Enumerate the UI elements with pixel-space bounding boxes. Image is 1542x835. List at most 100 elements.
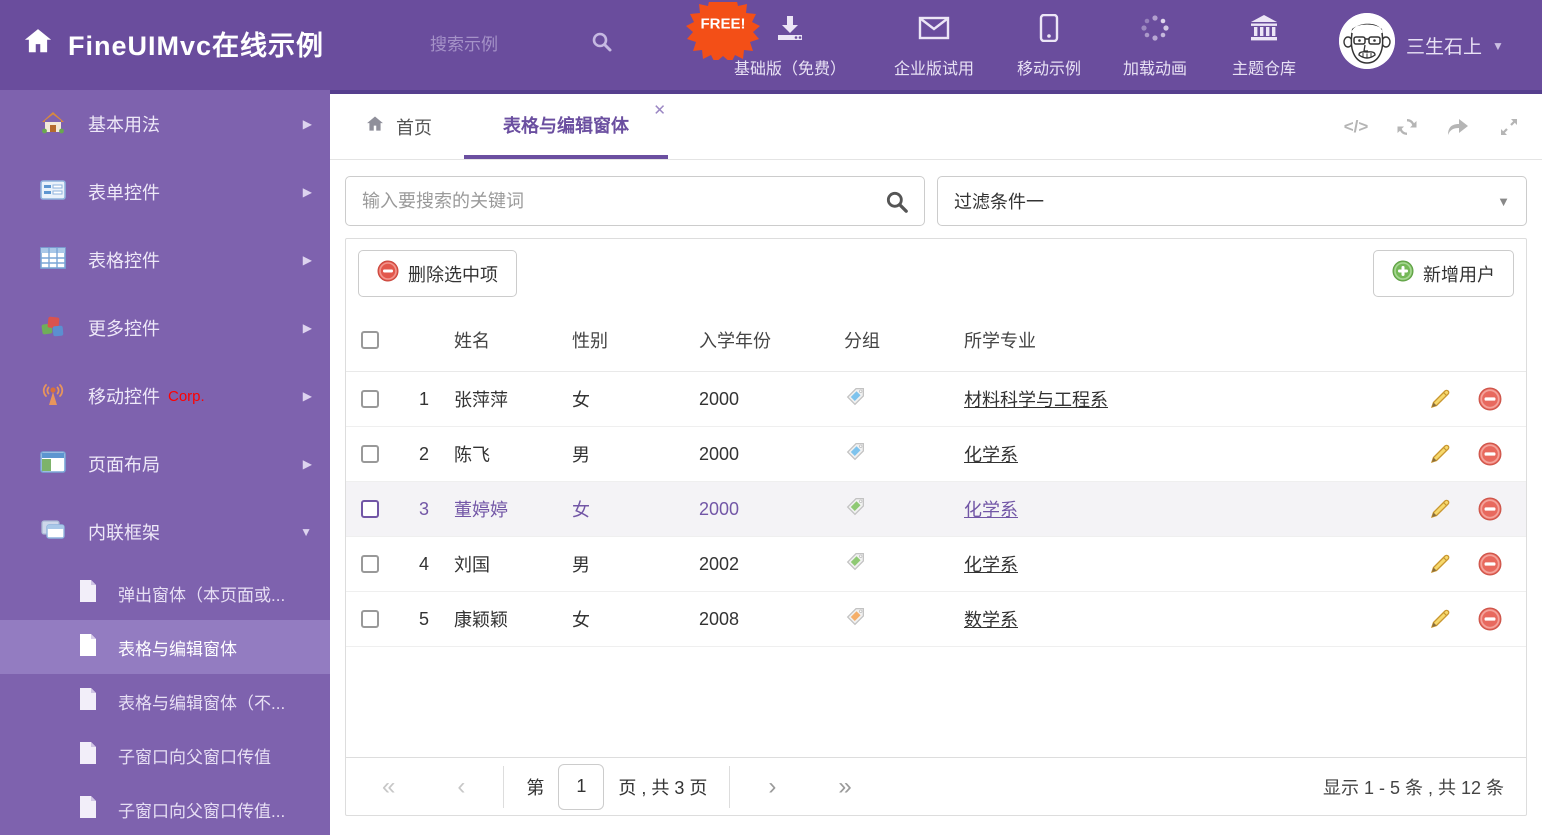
code-icon[interactable]: </> xyxy=(1343,114,1369,140)
sidebar-item-grid-controls[interactable]: 表格控件 ▶ xyxy=(0,226,330,294)
grid-panel: 删除选中项 新增用户 姓名 性别 入学年份 分组 所学专业 1 张萍萍 女 20… xyxy=(345,238,1527,816)
mobile-icon xyxy=(1039,13,1059,47)
chevron-right-icon: ▶ xyxy=(302,117,312,131)
antenna-icon xyxy=(40,382,66,411)
username: 三生石上 xyxy=(1406,37,1483,58)
column-name[interactable]: 姓名 xyxy=(454,327,572,353)
close-icon[interactable]: ✕ xyxy=(653,101,666,119)
cell-name: 刘国 xyxy=(454,555,490,575)
page-label-prefix: 第 xyxy=(526,777,545,798)
envelope-icon xyxy=(918,14,950,47)
column-gender[interactable]: 性别 xyxy=(572,327,699,353)
column-major[interactable]: 所学专业 xyxy=(964,327,1404,353)
nav-mobile-demo[interactable]: 移动示例 xyxy=(1017,13,1081,79)
brand[interactable]: FineUIMvc在线示例 xyxy=(22,24,324,63)
avatar[interactable] xyxy=(1339,13,1395,69)
edit-icon[interactable] xyxy=(1428,442,1452,466)
first-page-button[interactable]: « xyxy=(382,774,395,799)
sidebar-subitem-child-to-parent-2[interactable]: 子窗口向父窗口传值... xyxy=(0,782,330,835)
nav-theme-store[interactable]: 主题仓库 xyxy=(1232,14,1296,79)
row-number: 4 xyxy=(418,553,429,574)
cell-year: 2000 xyxy=(699,498,740,519)
table-row[interactable]: 1 张萍萍 女 2000 材料科学与工程系 xyxy=(346,372,1526,427)
header-search[interactable] xyxy=(430,30,640,59)
major-link[interactable]: 化学系 xyxy=(964,500,1018,520)
tag-icon xyxy=(844,605,867,628)
nav-loading-animation[interactable]: 加载动画 xyxy=(1123,14,1187,79)
search-icon[interactable] xyxy=(884,189,910,220)
delete-icon[interactable] xyxy=(1478,607,1502,631)
delete-icon[interactable] xyxy=(1478,442,1502,466)
delete-icon[interactable] xyxy=(1478,497,1502,521)
spinner-icon xyxy=(1140,14,1170,47)
edit-icon[interactable] xyxy=(1428,497,1452,521)
expand-icon[interactable] xyxy=(1496,114,1522,140)
page-label-suffix: 页 , 共 3 页 xyxy=(618,777,708,798)
delete-selected-button[interactable]: 删除选中项 xyxy=(358,250,517,297)
major-link[interactable]: 化学系 xyxy=(964,445,1018,465)
cell-gender: 女 xyxy=(572,500,590,520)
sidebar-item-more-controls[interactable]: 更多控件 ▶ xyxy=(0,294,330,362)
tab-grid-edit-window[interactable]: 表格与编辑窗体 ✕ xyxy=(464,94,668,159)
sidebar-subitem-child-to-parent[interactable]: 子窗口向父窗口传值 xyxy=(0,728,330,782)
home-icon xyxy=(22,26,54,61)
minus-circle-icon xyxy=(377,260,399,287)
sidebar-subitem-popup-window[interactable]: 弹出窗体（本页面或... xyxy=(0,566,330,620)
refresh-icon[interactable] xyxy=(1394,114,1420,140)
app-header: FineUIMvc在线示例 FREE! 基础版（免费） 企业版试用 移动示例 xyxy=(0,0,1542,90)
sidebar-item-mobile-controls[interactable]: 移动控件 Corp. ▶ xyxy=(0,362,330,430)
document-icon xyxy=(78,579,98,608)
cell-gender: 男 xyxy=(572,445,590,465)
cell-name: 陈飞 xyxy=(454,445,490,465)
form-icon xyxy=(40,179,66,206)
row-checkbox[interactable] xyxy=(361,555,379,573)
edit-icon[interactable] xyxy=(1428,552,1452,576)
delete-icon[interactable] xyxy=(1478,552,1502,576)
select-all-checkbox[interactable] xyxy=(361,330,379,349)
cell-gender: 男 xyxy=(572,555,590,575)
frames-icon xyxy=(40,519,66,546)
filter-dropdown[interactable]: 过滤条件一 ▼ xyxy=(937,176,1527,226)
next-page-button[interactable]: › xyxy=(768,774,776,799)
keyword-search-input[interactable] xyxy=(362,190,874,212)
sidebar-item-iframe[interactable]: 内联框架 ▼ xyxy=(0,498,330,566)
major-link[interactable]: 化学系 xyxy=(964,555,1018,575)
prev-page-button[interactable]: ‹ xyxy=(457,774,465,799)
page-number-input[interactable] xyxy=(558,763,605,810)
table-row[interactable]: 3 董婷婷 女 2000 化学系 xyxy=(346,482,1526,537)
table-row[interactable]: 2 陈飞 男 2000 化学系 xyxy=(346,427,1526,482)
user-menu[interactable]: 三生石上 ▼ xyxy=(1406,32,1504,59)
sidebar-subitem-grid-edit-window[interactable]: 表格与编辑窗体 xyxy=(0,620,330,674)
search-icon[interactable] xyxy=(590,30,614,59)
app-title: FineUIMvc在线示例 xyxy=(68,31,325,61)
major-link[interactable]: 数学系 xyxy=(964,610,1018,630)
header-search-input[interactable] xyxy=(430,34,590,55)
edit-icon[interactable] xyxy=(1428,387,1452,411)
table-row[interactable]: 4 刘国 男 2002 化学系 xyxy=(346,537,1526,592)
cell-year: 2002 xyxy=(699,553,740,574)
share-icon[interactable] xyxy=(1445,114,1471,140)
tab-home[interactable]: 首页 xyxy=(364,94,432,159)
sidebar-item-form-controls[interactable]: 表单控件 ▶ xyxy=(0,158,330,226)
row-checkbox[interactable] xyxy=(361,500,379,518)
table-header: 姓名 性别 入学年份 分组 所学专业 xyxy=(346,308,1526,372)
delete-icon[interactable] xyxy=(1478,387,1502,411)
sidebar-item-basic-usage[interactable]: 基本用法 ▶ xyxy=(0,90,330,158)
column-year[interactable]: 入学年份 xyxy=(699,327,844,353)
row-checkbox[interactable] xyxy=(361,390,379,408)
nav-basic-edition[interactable]: 基础版（免费） xyxy=(734,14,846,79)
pagination-bar: « ‹ 第 页 , 共 3 页 › » 显示 1 - 5 条 , 共 12 条 xyxy=(346,757,1526,815)
keyword-search-field[interactable] xyxy=(345,176,925,226)
last-page-button[interactable]: » xyxy=(838,774,851,799)
sidebar-subitem-grid-edit-window-2[interactable]: 表格与编辑窗体（不... xyxy=(0,674,330,728)
nav-enterprise-trial[interactable]: 企业版试用 xyxy=(894,14,974,79)
chevron-down-icon: ▼ xyxy=(1497,193,1510,209)
row-checkbox[interactable] xyxy=(361,445,379,463)
major-link[interactable]: 材料科学与工程系 xyxy=(964,390,1108,410)
edit-icon[interactable] xyxy=(1428,607,1452,631)
table-row[interactable]: 5 康颖颖 女 2008 数学系 xyxy=(346,592,1526,647)
sidebar-item-page-layout[interactable]: 页面布局 ▶ xyxy=(0,430,330,498)
add-user-button[interactable]: 新增用户 xyxy=(1373,250,1514,297)
row-checkbox[interactable] xyxy=(361,610,379,628)
column-group[interactable]: 分组 xyxy=(844,327,964,353)
